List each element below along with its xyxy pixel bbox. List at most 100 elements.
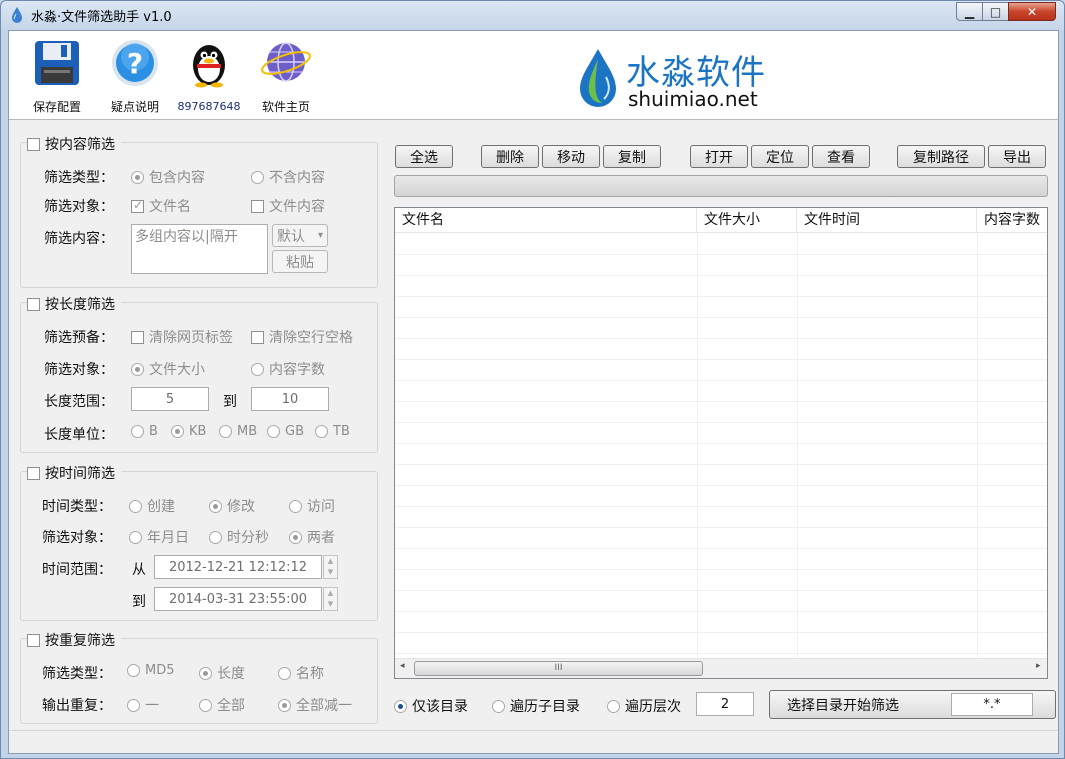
time-from-label: 从 [132,562,146,578]
time-target-time[interactable]: 时分秒 [209,527,269,547]
minimize-button[interactable]: ▁ [956,2,983,21]
length-filter-toggle[interactable]: 按长度筛选 [27,294,121,314]
dup-type-length[interactable]: 长度 [199,663,245,683]
radio-icon [129,499,142,513]
length-target-filesize[interactable]: 文件大小 [131,359,205,379]
horizontal-scrollbar[interactable]: ◂ III ▸ [395,658,1047,678]
length-pre-strip-blank[interactable]: 清除空行空格 [251,327,353,347]
save-config-button[interactable]: 保存配置 [27,37,87,115]
radio-icon [171,425,184,438]
time-from-spinner[interactable]: ▲ ▼ [323,555,338,579]
open-button[interactable]: 打开 [690,145,748,168]
dup-type-md5[interactable]: MD5 [127,663,175,678]
radio-icon [492,699,505,713]
qq-contact-button[interactable]: 897687648 [177,37,241,113]
content-filter-checkbox[interactable] [27,137,40,151]
time-target-both[interactable]: 两者 [289,527,335,547]
length-filter-checkbox[interactable] [27,297,40,311]
grid-row-line [395,359,1047,360]
content-target-filename[interactable]: 文件名 [131,196,191,216]
option-label: GB [285,424,304,439]
length-pre-strip-html[interactable]: 清除网页标签 [131,327,233,347]
duplicate-filter-checkbox[interactable] [27,633,40,647]
option-label: 两者 [307,530,335,546]
option-label: MD5 [145,663,175,678]
grid-row-line [395,611,1047,612]
dup-out-all-minus-one[interactable]: 全部减一 [278,695,352,715]
scroll-right-icon[interactable]: ▸ [1036,661,1041,671]
radio-icon [129,530,142,544]
copy-button[interactable]: 复制 [603,145,661,168]
close-button[interactable]: ✕ [1008,2,1056,21]
locate-button[interactable]: 定位 [751,145,809,168]
grid-column-line [797,233,798,657]
help-button[interactable]: ? 疑点说明 [103,37,167,115]
scope-subfolders[interactable]: 遍历子目录 [492,696,580,716]
scope-depth[interactable]: 遍历层次 [607,696,681,716]
content-type-excludes[interactable]: 不含内容 [251,167,325,187]
grid-row-line [395,380,1047,381]
column-header-filetime[interactable]: 文件时间 [797,208,977,233]
column-header-filesize[interactable]: 文件大小 [697,208,797,233]
length-target-charcount[interactable]: 内容字数 [251,359,325,379]
checkbox-icon [131,198,144,213]
time-type-modified[interactable]: 修改 [209,496,255,516]
content-target-filecontent[interactable]: 文件内容 [251,196,325,216]
time-from-input[interactable]: 2012-12-21 12:12:12 [154,555,322,579]
grid-row-line [395,254,1047,255]
unit-b[interactable]: B [131,424,158,439]
radio-icon [315,425,328,438]
column-header-charcount[interactable]: 内容字数 [977,208,1047,233]
time-filter-checkbox[interactable] [27,466,40,480]
view-button[interactable]: 查看 [812,145,870,168]
homepage-button[interactable]: 软件主页 [253,37,319,115]
paste-button[interactable]: 粘贴 [272,250,328,273]
scroll-left-icon[interactable]: ◂ [400,661,405,671]
time-type-accessed[interactable]: 访问 [289,496,335,516]
dup-type-name[interactable]: 名称 [278,663,324,683]
content-text-input[interactable]: 多组内容以|隔开 [131,224,268,274]
title-bar[interactable]: 水淼·文件筛选助手 v1.0 ▁ □ ✕ [1,1,1064,29]
time-filter-toggle[interactable]: 按时间筛选 [27,463,121,483]
delete-button[interactable]: 删除 [481,145,539,168]
select-all-button[interactable]: 全选 [395,145,453,168]
move-button[interactable]: 移动 [542,145,600,168]
spin-up-icon[interactable]: ▲ [324,588,337,599]
time-type-created[interactable]: 创建 [129,496,175,516]
length-range-to-input[interactable]: 10 [251,387,329,411]
checkbox-icon [251,330,264,344]
content-type-contains[interactable]: 包含内容 [131,167,205,187]
spin-down-icon[interactable]: ▼ [324,567,337,578]
radio-icon [209,530,222,544]
spin-up-icon[interactable]: ▲ [324,556,337,567]
unit-mb[interactable]: MB [219,424,257,439]
time-type-label: 时间类型： [42,499,112,515]
file-pattern-input[interactable]: *.* [951,693,1033,716]
option-label: B [149,424,158,439]
unit-gb[interactable]: GB [267,424,304,439]
dup-out-all[interactable]: 全部 [199,695,245,715]
content-mode-select[interactable]: 默认 ▾ [272,224,328,247]
copy-path-button[interactable]: 复制路径 [897,145,985,168]
option-label: 清除空行空格 [269,330,353,346]
file-list[interactable]: 文件名 文件大小 文件时间 内容字数 ◂ III ▸ [394,207,1048,679]
dup-out-label: 输出重复： [42,698,112,714]
export-button[interactable]: 导出 [988,145,1046,168]
duplicate-filter-toggle[interactable]: 按重复筛选 [27,630,121,650]
time-target-date[interactable]: 年月日 [129,527,189,547]
length-range-from-input[interactable]: 5 [131,387,209,411]
depth-input[interactable]: 2 [696,692,754,716]
content-filter-toggle[interactable]: 按内容筛选 [27,134,121,154]
time-to-spinner[interactable]: ▲ ▼ [323,587,338,611]
unit-kb[interactable]: KB [171,424,206,439]
dup-out-one[interactable]: 一 [127,695,159,715]
spin-down-icon[interactable]: ▼ [324,599,337,610]
time-to-input[interactable]: 2014-03-31 23:55:00 [154,587,322,611]
option-label: 名称 [296,666,324,682]
unit-tb[interactable]: TB [315,424,350,439]
maximize-button[interactable]: □ [982,2,1009,21]
scroll-thumb[interactable]: III [414,661,703,676]
content-target-label: 筛选对象： [44,199,114,215]
scope-this-folder[interactable]: 仅该目录 [394,696,468,716]
column-header-filename[interactable]: 文件名 [395,208,697,233]
